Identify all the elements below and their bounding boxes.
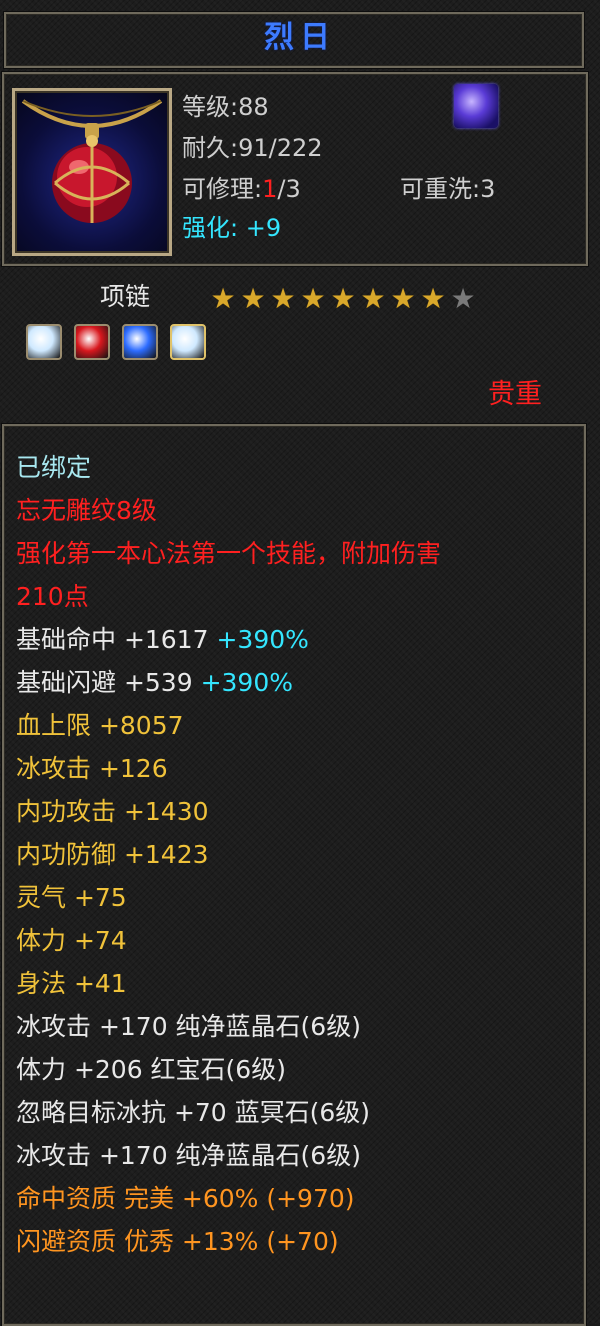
aptitude-hit: 命中资质 完美 +60% (+970)	[16, 1184, 355, 1213]
star-filled-icon: ★	[210, 282, 236, 315]
rarity-badge: 贵重	[488, 379, 542, 410]
item-type: 项链	[100, 282, 151, 311]
base-hit-value: 基础命中 +1617	[16, 625, 209, 654]
item-name: 烈日	[264, 20, 336, 55]
skill-swirl-icon	[454, 84, 498, 128]
gem-stat-3: 忽略目标冰抗 +70 蓝冥石(6级)	[16, 1098, 371, 1127]
star-filled-icon: ★	[270, 282, 296, 315]
base-dodge-value: 基础闪避 +539	[16, 668, 193, 697]
aptitude-dodge: 闪避资质 优秀 +13% (+70)	[16, 1227, 339, 1256]
star-filled-icon: ★	[240, 282, 266, 315]
stat-stamina: 体力 +74	[16, 926, 127, 955]
level-text: 等级:88	[182, 93, 269, 121]
stat-hp: 血上限 +8057	[16, 711, 184, 740]
stat-ice-attack: 冰攻击 +126	[16, 754, 168, 783]
ruby-gem-icon[interactable]	[74, 324, 110, 360]
stat-agility: 身法 +41	[16, 969, 127, 998]
gem-stat-4: 冰攻击 +170 纯净蓝晶石(6级)	[16, 1141, 361, 1170]
star-empty-icon: ★	[450, 282, 476, 315]
base-dodge-pct: +390%	[200, 668, 293, 697]
sapphire-gem-icon[interactable]	[122, 324, 158, 360]
bound-status: 已绑定	[16, 453, 92, 482]
diamond-gem-icon[interactable]	[26, 324, 62, 360]
repair-text: 可修理:1/3	[182, 174, 301, 204]
star-filled-icon: ★	[300, 282, 326, 315]
gem-stat-2: 体力 +206 红宝石(6级)	[16, 1055, 286, 1084]
engrave-desc-2: 210点	[16, 582, 89, 611]
star-filled-icon: ★	[420, 282, 446, 315]
star-filled-icon: ★	[360, 282, 386, 315]
stat-inner-attack: 内功攻击 +1430	[16, 797, 209, 826]
repair-current: 1	[262, 175, 278, 203]
item-tooltip-panel: 烈日 等级:88 耐久:91/222 可修理:1/3 可重洗:3 强化: +9 …	[0, 0, 600, 1326]
enhance-text: 强化: +9	[182, 214, 282, 242]
item-icon	[12, 88, 172, 256]
star-rating: ★ ★ ★ ★ ★ ★ ★ ★ ★	[208, 284, 478, 316]
engrave-title: 忘无雕纹8级	[16, 496, 157, 525]
durability-text: 耐久:91/222	[182, 134, 323, 162]
repair-label: 可修理:	[182, 175, 263, 203]
star-filled-icon: ★	[330, 282, 356, 315]
diamond-gem-icon[interactable]	[170, 324, 206, 360]
necklace-icon	[21, 99, 163, 223]
engrave-desc-1: 强化第一本心法第一个技能，附加伤害	[16, 539, 442, 568]
stat-base-dodge: 基础闪避 +539 +390%	[16, 667, 293, 699]
base-hit-pct: +390%	[216, 625, 309, 654]
repair-max: /3	[277, 175, 301, 203]
rewash-text: 可重洗:3	[400, 175, 496, 203]
stat-inner-defense: 内功防御 +1423	[16, 840, 209, 869]
gem-stat-1: 冰攻击 +170 纯净蓝晶石(6级)	[16, 1012, 361, 1041]
star-filled-icon: ★	[390, 282, 416, 315]
stat-spirit: 灵气 +75	[16, 883, 127, 912]
stat-base-hit: 基础命中 +1617 +390%	[16, 624, 309, 656]
